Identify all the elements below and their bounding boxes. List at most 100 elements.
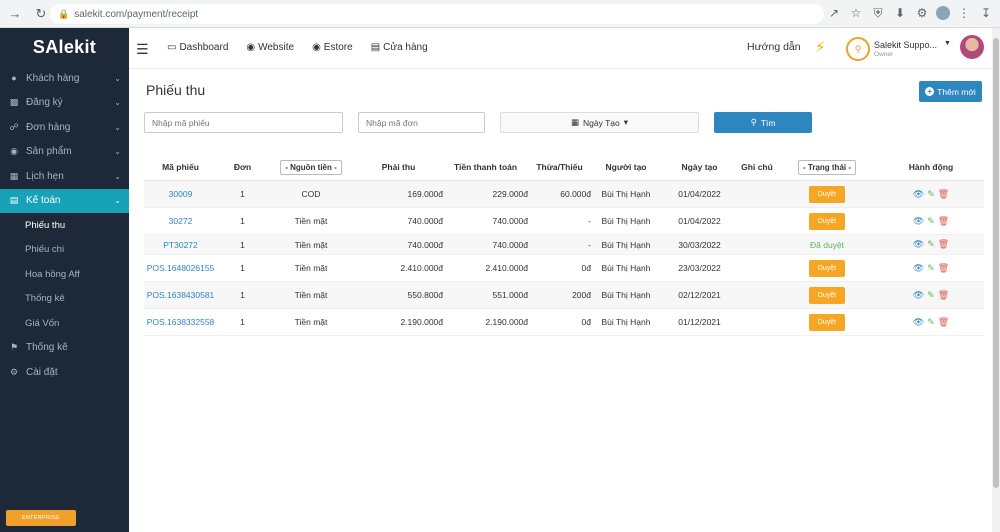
globe-icon: ◉: [246, 42, 256, 53]
eye-icon[interactable]: 👁: [913, 189, 924, 199]
shield-icon[interactable]: ⛨: [870, 4, 886, 22]
approve-button[interactable]: Duyệt: [808, 313, 846, 331]
th-pay: Phải thu: [381, 162, 416, 172]
cell-creator: Bùi Thị Hạnh: [601, 263, 651, 273]
nav-dashboard[interactable]: ▭ Dashboard: [167, 42, 228, 53]
sidebar-item-settings[interactable]: ⚙ Cài đặt: [0, 360, 129, 385]
sidebar: SA lekit ● Khách hàng ⌄ ▩ Đăng ký ⌄ ☍ Đơn…: [0, 28, 129, 532]
cell-pay: 2.410.000đ: [400, 263, 443, 273]
reload-icon[interactable]: ↻: [30, 3, 52, 25]
edit-icon[interactable]: ✎: [927, 290, 935, 300]
account-avatar[interactable]: ⚲: [846, 37, 870, 61]
source-filter-select[interactable]: - Nguồn tiền -: [280, 159, 342, 175]
sidebar-item-products[interactable]: ◉ Sản phẩm ⌄: [0, 140, 129, 165]
cell-paid: 2.190.000đ: [485, 317, 528, 327]
eye-icon[interactable]: 👁: [913, 216, 924, 226]
sidebar-item-label: Đơn hàng: [26, 121, 71, 133]
menu-dots-icon[interactable]: ⋮: [956, 4, 972, 22]
sidebar-item-statistics[interactable]: ⚑ Thống kê: [0, 336, 129, 361]
add-new-button[interactable]: + Thêm mới: [919, 81, 982, 102]
scrollbar[interactable]: [992, 28, 1000, 532]
eye-icon[interactable]: 👁: [913, 290, 924, 300]
chevron-down-icon: ⌄: [114, 73, 121, 83]
order-code-input[interactable]: [358, 112, 485, 133]
star-icon[interactable]: ☆: [848, 4, 864, 22]
receipt-code-link[interactable]: POS.1648026155: [147, 263, 215, 273]
receipt-code-input[interactable]: [144, 112, 343, 133]
sidebar-subitem-statistics[interactable]: Thống kê: [0, 287, 129, 312]
flag-icon: ⚑: [9, 342, 19, 353]
enterprise-button[interactable]: ENTERPRISE: [6, 510, 76, 526]
eye-icon[interactable]: 👁: [913, 263, 924, 273]
cell-code: 30272: [144, 216, 217, 226]
nav-store[interactable]: ▤ Cửa hàng: [371, 42, 428, 53]
address-bar[interactable]: 🔒 salekit.com/payment/receipt: [50, 4, 824, 24]
trash-icon[interactable]: 🗑: [938, 240, 949, 249]
share-icon[interactable]: ↗: [826, 4, 842, 22]
cell-diff: 0đ: [581, 317, 591, 327]
chevron-down-icon: ⌄: [114, 122, 121, 132]
bolt-icon[interactable]: ⚡: [815, 38, 826, 56]
hamburger-icon[interactable]: ☰: [136, 41, 149, 58]
status-approved-text: Đã duyệt: [809, 239, 845, 250]
approve-button[interactable]: Duyệt: [808, 259, 846, 277]
nav-estore[interactable]: ◉ Estore: [312, 42, 353, 53]
trash-icon[interactable]: 🗑: [938, 290, 949, 300]
sidebar-subitem-cost-price[interactable]: Giá Vốn: [0, 311, 129, 336]
sidebar-item-appointments[interactable]: ▦ Lịch hẹn ⌄: [0, 164, 129, 189]
cell-diff: 60.000đ: [560, 189, 591, 199]
account-name[interactable]: Salekit Suppo...: [874, 40, 937, 50]
download-ext-icon[interactable]: ⬇: [892, 4, 908, 22]
caret-down-icon[interactable]: ▼: [944, 40, 951, 47]
approve-button[interactable]: Duyệt: [808, 185, 846, 203]
trash-icon[interactable]: 🗑: [938, 216, 949, 226]
edit-icon[interactable]: ✎: [927, 240, 935, 249]
download-icon[interactable]: ↧: [978, 4, 994, 22]
sidebar-item-accounting[interactable]: ▤ Kế toán ⌄: [0, 188, 129, 213]
scrollbar-thumb[interactable]: [993, 38, 999, 488]
forward-icon[interactable]: →: [4, 3, 26, 25]
profile-icon[interactable]: [936, 6, 950, 20]
guide-link[interactable]: Hướng dẫn: [747, 41, 801, 53]
receipt-code-link[interactable]: POS.1638332558: [147, 317, 215, 327]
edit-icon[interactable]: ✎: [927, 263, 935, 273]
box-icon: ◉: [10, 146, 18, 157]
trash-icon[interactable]: 🗑: [938, 263, 949, 273]
cell-order: 1: [240, 263, 245, 273]
sidebar-subitem-receipts[interactable]: Phiếu thu: [0, 213, 129, 238]
cell-code: POS.1648026155: [144, 263, 217, 273]
logo[interactable]: SA lekit: [0, 28, 129, 66]
status-filter-select[interactable]: - Trạng thái -: [798, 159, 856, 175]
edit-icon[interactable]: ✎: [927, 216, 935, 226]
receipt-code-link[interactable]: PT30272: [163, 240, 198, 250]
trash-icon[interactable]: 🗑: [938, 189, 949, 199]
sidebar-item-label: Lịch hẹn: [26, 170, 64, 182]
approve-button[interactable]: Duyệt: [808, 286, 846, 304]
table-body: 30009 1 COD 169.000đ 229.000đ 60.000đ Bùi Thị …: [144, 181, 984, 336]
receipt-code-link[interactable]: 30009: [169, 189, 193, 199]
user-photo[interactable]: [960, 35, 984, 59]
sidebar-subitem-aff-commission[interactable]: Hoa hồng Aff: [0, 262, 129, 287]
eye-icon[interactable]: 👁: [913, 317, 924, 327]
table-row: 30272 1 Tiền mặt 740.000đ 740.000đ - Bùi Thị H…: [144, 208, 984, 235]
date-created-filter[interactable]: ▦ Ngày Tạo ▾: [500, 112, 699, 133]
edit-icon[interactable]: ✎: [927, 189, 935, 199]
puzzle-icon[interactable]: ⚙: [914, 4, 930, 22]
sidebar-item-registration[interactable]: ▩ Đăng ký ⌄: [0, 91, 129, 116]
sidebar-item-customers[interactable]: ● Khách hàng ⌄: [0, 66, 129, 91]
chevron-down-icon: ⌄: [114, 171, 121, 181]
cell-order: 1: [240, 290, 245, 300]
approve-button[interactable]: Duyệt: [808, 212, 846, 230]
edit-icon[interactable]: ✎: [927, 317, 935, 327]
receipt-code-link[interactable]: 30272: [169, 216, 193, 226]
table-header: Mã phiếu Đơn - Nguồn tiền - Phải thu Tiề…: [144, 154, 984, 181]
sidebar-subitem-payments[interactable]: Phiếu chi: [0, 238, 129, 263]
cell-code: POS.1638332558: [144, 317, 217, 327]
nav-website[interactable]: ◉ Website: [246, 42, 294, 53]
cell-date: 30/03/2022: [678, 239, 721, 250]
sidebar-item-orders[interactable]: ☍ Đơn hàng ⌄: [0, 115, 129, 140]
receipt-code-link[interactable]: POS.1638430581: [147, 290, 215, 300]
trash-icon[interactable]: 🗑: [938, 317, 949, 327]
eye-icon[interactable]: 👁: [913, 240, 924, 249]
search-button[interactable]: ⚲ Tìm: [714, 112, 812, 133]
